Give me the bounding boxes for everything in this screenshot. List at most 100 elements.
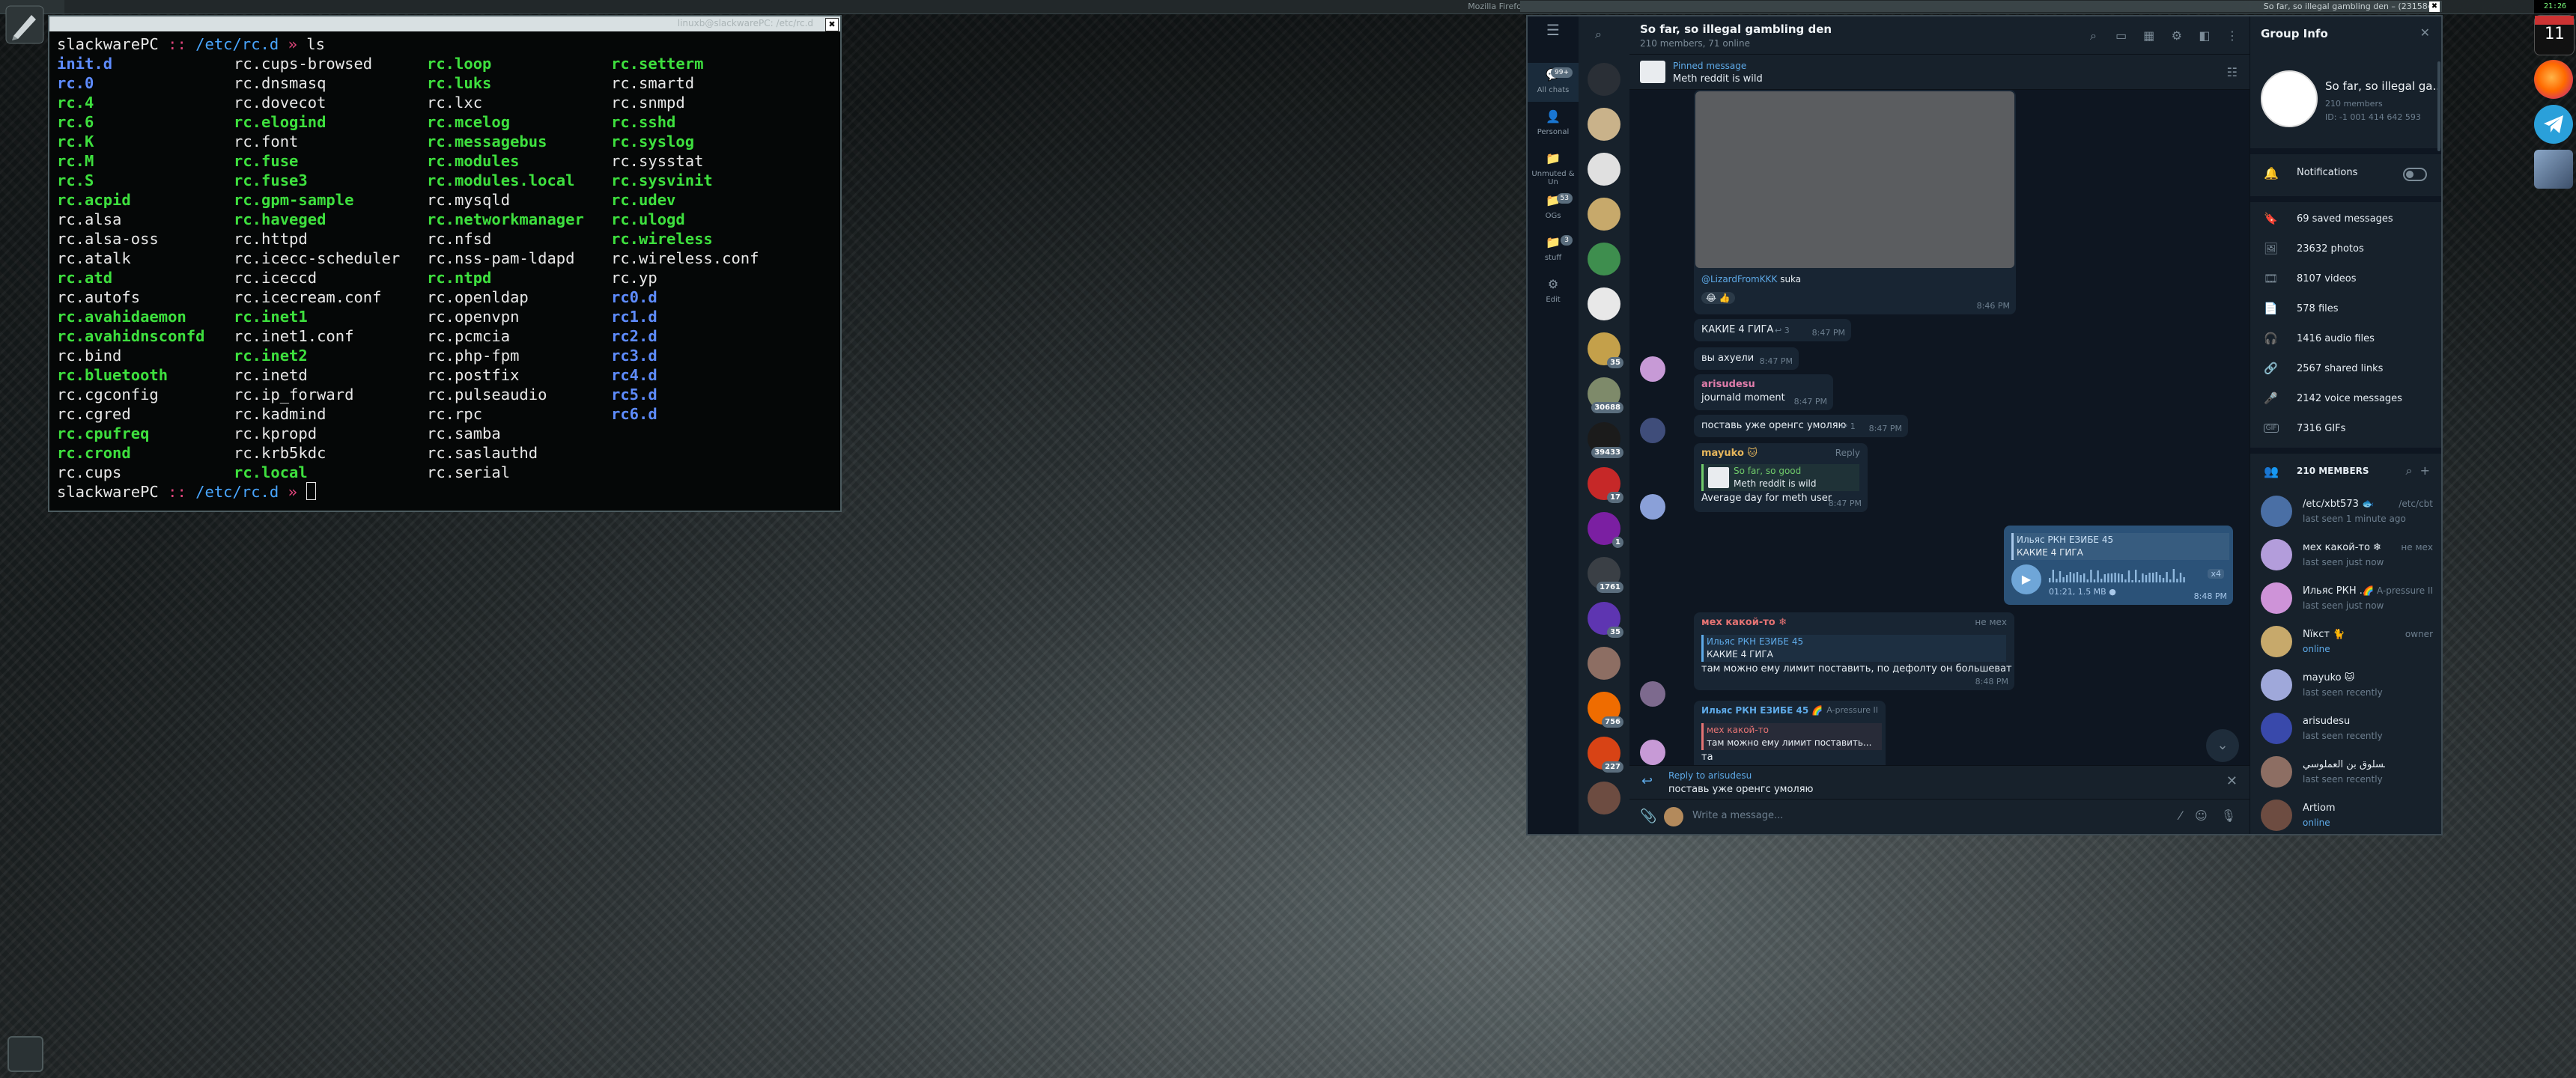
- avatar[interactable]: [2261, 756, 2292, 788]
- message-input[interactable]: Write a message...: [1692, 810, 1783, 821]
- hamburger-icon[interactable]: ☰: [1546, 21, 1560, 39]
- microphone-icon[interactable]: 🎙: [2221, 808, 2236, 823]
- telegram-icon[interactable]: [2534, 105, 2573, 144]
- chat-avatar[interactable]: 35: [1588, 602, 1623, 638]
- avatar[interactable]: [2261, 713, 2292, 744]
- emoji-icon[interactable]: ☺: [2195, 808, 2208, 823]
- mention-link[interactable]: @LizardFromKKK: [1701, 274, 1777, 284]
- commands-icon[interactable]: ⁄: [2179, 808, 2181, 823]
- reply-bar[interactable]: ↩ Reply to arisudesu поставь уже оренгс …: [1629, 765, 2250, 799]
- media-stat-row[interactable]: 🎤 2142 voice messages: [2250, 385, 2441, 413]
- chat-avatar[interactable]: [1588, 108, 1620, 141]
- chat-avatar[interactable]: [1588, 287, 1620, 320]
- media-stat-row[interactable]: 🔗 2567 shared links: [2250, 355, 2441, 383]
- member-row[interactable]: Artiom online: [2250, 794, 2441, 834]
- message-bubble[interactable]: КАКИЕ 4 ГИГА ↩ 3 8:47 PM: [1694, 319, 1851, 341]
- chat-avatar[interactable]: 35: [1588, 332, 1623, 368]
- chat-avatar[interactable]: 756: [1588, 692, 1623, 728]
- reply-count[interactable]: ↩ 1: [1841, 421, 1856, 431]
- quoted-message[interactable]: So far, so good Meth reddit is wild: [1701, 464, 1859, 491]
- member-row[interactable]: Nїкст 🐈 online owner: [2250, 620, 2441, 663]
- chat-avatar[interactable]: 30688: [1588, 377, 1623, 413]
- close-icon[interactable]: ✖: [825, 18, 839, 31]
- reply-button[interactable]: Reply: [1835, 448, 1860, 458]
- chat-avatar[interactable]: [1588, 153, 1620, 186]
- folder-all-chats[interactable]: 💬All chats99+: [1528, 63, 1579, 102]
- play-icon[interactable]: ▶: [2011, 564, 2041, 594]
- sidebar-toggle-icon[interactable]: ◧: [2198, 29, 2211, 43]
- message-bubble[interactable]: мех какой-то ❄ не мех Ильяс РКН ЕЗИБЕ 45…: [1694, 612, 2014, 690]
- cube-icon[interactable]: [2534, 150, 2573, 189]
- chat-avatar[interactable]: 1: [1588, 512, 1623, 548]
- more-icon[interactable]: ⋮: [2226, 29, 2239, 43]
- avatar[interactable]: [2261, 669, 2292, 701]
- terminal-prompt-line[interactable]: slackwarePC :: /etc/rc.d »: [57, 482, 833, 502]
- sender-name[interactable]: arisudesu: [1701, 379, 1755, 390]
- pinned-message-bar[interactable]: Pinned message Meth reddit is wild ☷: [1629, 55, 2250, 90]
- chat-title[interactable]: So far, so illegal gambling den: [1640, 22, 1832, 36]
- avatar[interactable]: [2261, 582, 2292, 614]
- chat-avatar[interactable]: 39433: [1588, 422, 1623, 458]
- chat-avatar[interactable]: [1588, 63, 1620, 96]
- search-icon[interactable]: ⌕: [1595, 27, 1602, 42]
- calendar-icon[interactable]: ▦: [2142, 29, 2156, 43]
- chat-header[interactable]: So far, so illegal gambling den 210 memb…: [1629, 16, 2250, 55]
- search-icon[interactable]: ⌕: [2405, 463, 2412, 478]
- terminal-output[interactable]: slackwarePC :: /etc/rc.d » ls init.d rc.c…: [49, 31, 840, 505]
- voice-waveform[interactable]: [2049, 569, 2191, 582]
- playback-speed[interactable]: x4: [2208, 569, 2224, 579]
- close-icon[interactable]: ✕: [2226, 773, 2238, 789]
- chat-avatar[interactable]: [1588, 198, 1620, 231]
- notifications-row[interactable]: 🔔 Notifications: [2250, 156, 2441, 190]
- media-stat-row[interactable]: 📄 578 files: [2250, 295, 2441, 323]
- folder-personal[interactable]: 👤 Personal: [1528, 105, 1579, 144]
- chat-avatar[interactable]: [1588, 243, 1620, 275]
- avatar[interactable]: [1640, 494, 1665, 520]
- add-member-icon[interactable]: +: [2420, 463, 2430, 478]
- reactions[interactable]: 😂 👍: [1701, 292, 1735, 304]
- taskbar-item-telegram[interactable]: So far, so illegal gambling den – (23158…: [1520, 1, 2442, 12]
- scrollbar[interactable]: [2437, 61, 2440, 151]
- sender-name[interactable]: мех какой-то ❄: [1701, 617, 1787, 628]
- quoted-message[interactable]: Ильяс РКН ЕЗИБЕ 45 КАКИЕ 4 ГИГА: [2011, 533, 2229, 560]
- message-bubble[interactable]: поставь уже оренгс умоляю ↩ 1 8:47 PM: [1694, 415, 1908, 437]
- notifications-toggle[interactable]: [2403, 168, 2427, 181]
- folder-stuff[interactable]: 📁 stuff 3: [1528, 231, 1579, 270]
- comments-icon[interactable]: ▭: [2115, 29, 2128, 43]
- media-stat-row[interactable]: 🎧 1416 audio files: [2250, 325, 2441, 353]
- chat-avatar[interactable]: [1588, 782, 1620, 814]
- menu-button[interactable]: ☰: [1528, 21, 1579, 40]
- avatar[interactable]: [2261, 539, 2292, 570]
- chat-avatar[interactable]: 227: [1588, 737, 1623, 773]
- search-icon[interactable]: ⌕: [2087, 29, 2100, 43]
- avatar[interactable]: [1640, 740, 1665, 765]
- member-row[interactable]: /etc/xbt573 🐟 last seen 1 minute ago/etc/…: [2250, 490, 2441, 533]
- media-stat-row[interactable]: 🖼 23632 photos: [2250, 235, 2441, 264]
- media-stat-row[interactable]: GIF 7316 GIFs: [2250, 415, 2441, 443]
- member-row[interactable]: мех какой-то ❄ last seen just now не мех: [2250, 533, 2441, 576]
- avatar[interactable]: [1640, 418, 1665, 443]
- attach-icon[interactable]: 📎: [1640, 808, 1656, 824]
- message-voice-outgoing[interactable]: Ильяс РКН ЕЗИБЕ 45 КАКИЕ 4 ГИГА ▶ 01:21,…: [2004, 526, 2233, 605]
- message-bubble[interactable]: вы ахуели 8:47 PM: [1694, 347, 1799, 370]
- folder-edit[interactable]: ⚙ Edit: [1528, 272, 1579, 311]
- avatar[interactable]: [2261, 496, 2292, 527]
- media-stat-row[interactable]: 🔖 69 saved messages: [2250, 205, 2441, 234]
- avatar[interactable]: [2261, 626, 2292, 657]
- chat-avatar[interactable]: 1761: [1588, 557, 1623, 593]
- scroll-down-button[interactable]: ⌄: [2206, 729, 2239, 762]
- folder-ogs[interactable]: 📁 OGs 53: [1528, 189, 1579, 228]
- message-image[interactable]: @LizardFromKKK suka 😂 👍 8:46 PM: [1694, 90, 2016, 314]
- reply-count[interactable]: ↩ 3: [1775, 326, 1790, 335]
- member-row[interactable]: Ильяс РКН ... last seen just now 🌈 A-press…: [2250, 576, 2441, 620]
- sender-name[interactable]: mayuko 🐱: [1701, 448, 1758, 459]
- group-avatar[interactable]: [2261, 70, 2318, 127]
- avatar[interactable]: [2261, 800, 2292, 831]
- quoted-message[interactable]: Ильяс РКН ЕЗИБЕ 45 КАКИЕ 4 ГИГА: [1701, 635, 2006, 662]
- folder-unmuted-un[interactable]: 📁 Unmuted & Un: [1528, 147, 1579, 186]
- taskbar-item-firefox[interactable]: Mozilla Firefox: [1385, 1, 1532, 12]
- quoted-message[interactable]: мех какой-то там можно ему лимит постави…: [1701, 723, 1882, 750]
- sender-name[interactable]: Ильяс РКН ЕЗИБЕ 45 🌈: [1701, 705, 1823, 716]
- firefox-icon[interactable]: [2534, 60, 2573, 99]
- settings-icon[interactable]: ⚙: [2170, 29, 2184, 43]
